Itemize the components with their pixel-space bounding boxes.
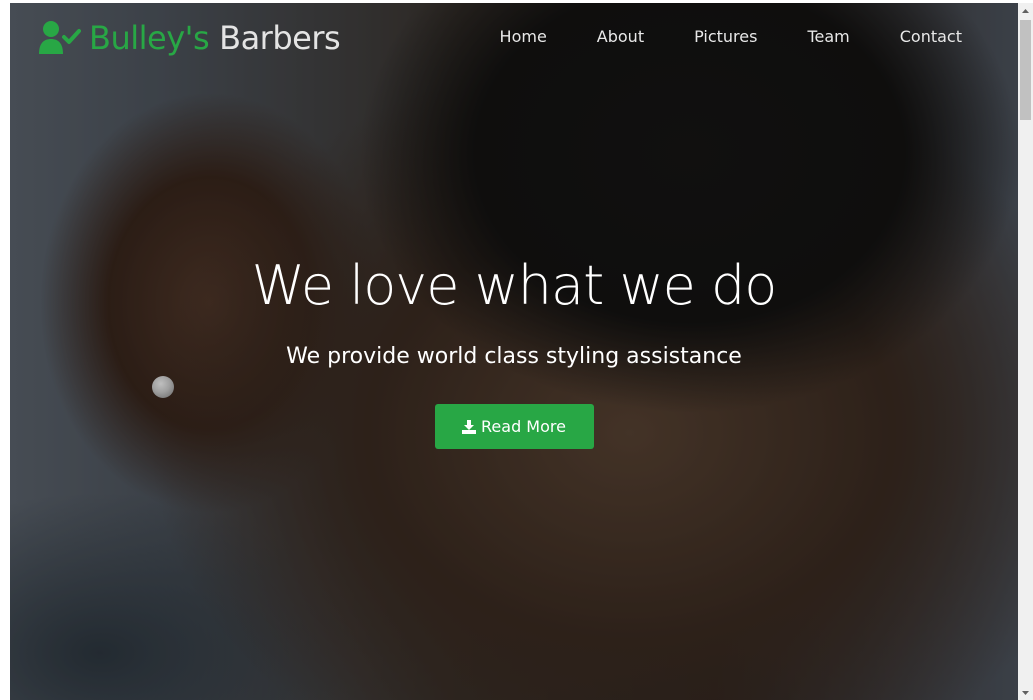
nav-menu: Home About Pictures Team Contact	[500, 27, 962, 46]
navbar: Bulley's Barbers Home About Pictures Tea…	[10, 3, 1018, 75]
vertical-scrollbar[interactable]	[1018, 3, 1033, 700]
scrollbar-thumb[interactable]	[1020, 20, 1031, 120]
hero-subtitle: We provide world class styling assistanc…	[286, 344, 742, 369]
hero-content: We love what we do We provide world clas…	[10, 248, 1018, 449]
read-more-label: Read More	[481, 417, 566, 436]
nav-link-home[interactable]: Home	[500, 27, 547, 46]
brand-name-primary: Bulley's	[89, 19, 210, 57]
brand-logo-link[interactable]: Bulley's Barbers	[39, 19, 341, 57]
browser-viewport: Bulley's Barbers Home About Pictures Tea…	[10, 3, 1018, 700]
nav-link-pictures[interactable]: Pictures	[694, 27, 757, 46]
nav-link-team[interactable]: Team	[807, 27, 849, 46]
download-icon	[462, 419, 477, 434]
nav-link-contact[interactable]: Contact	[900, 27, 962, 46]
brand-name-secondary: Barbers	[219, 19, 341, 57]
user-check-icon	[39, 21, 81, 54]
scroll-down-arrow-icon[interactable]	[1018, 685, 1033, 700]
nav-link-about[interactable]: About	[597, 27, 644, 46]
read-more-button[interactable]: Read More	[434, 404, 594, 449]
scroll-up-arrow-icon[interactable]	[1018, 3, 1033, 18]
hero-title: We love what we do	[251, 254, 778, 317]
